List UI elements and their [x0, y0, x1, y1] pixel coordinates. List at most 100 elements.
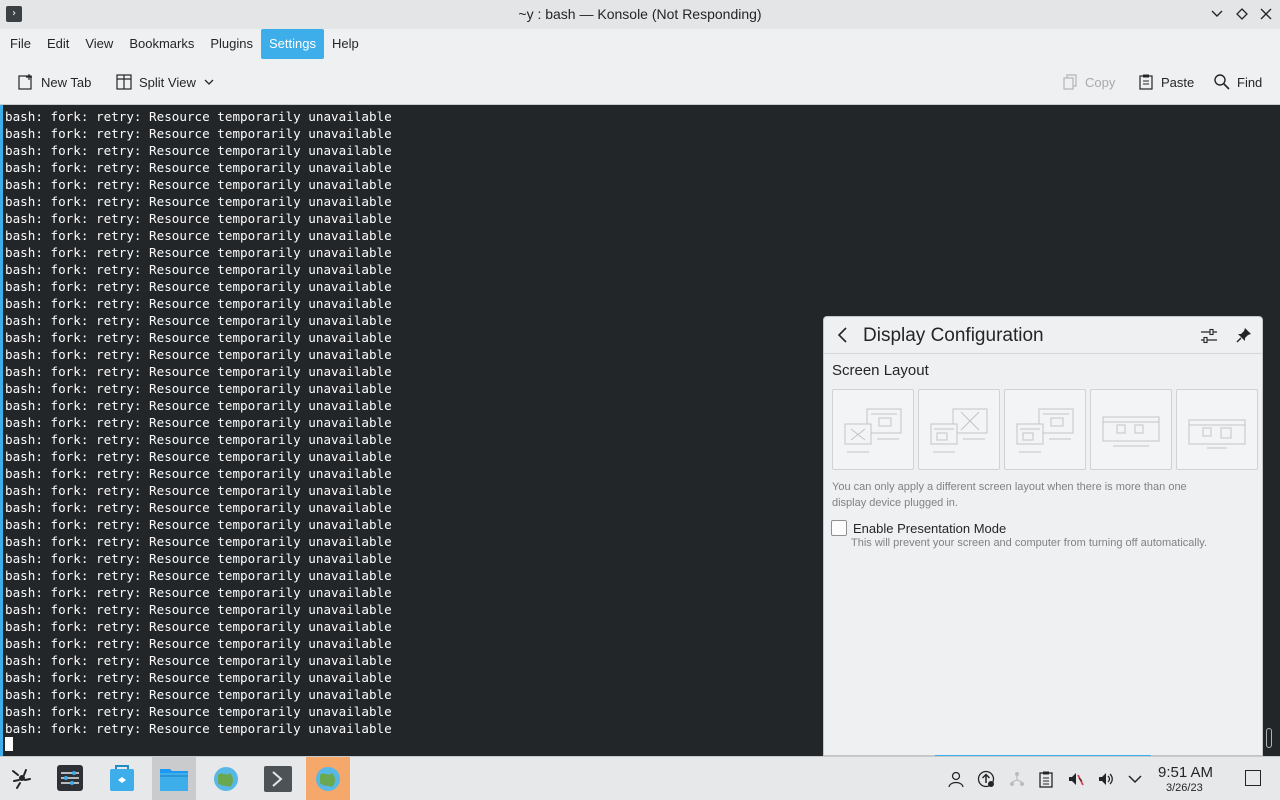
clock-time[interactable]: 9:51 AM — [1158, 764, 1213, 781]
find-button[interactable]: Find — [1213, 71, 1262, 93]
menu-edit[interactable]: Edit — [39, 29, 77, 59]
paste-icon — [1139, 74, 1153, 90]
copy-label: Copy — [1085, 74, 1116, 90]
terminal-line: bash: fork: retry: Resource temporarily … — [5, 364, 392, 379]
scrollbar-handle[interactable] — [1266, 728, 1272, 748]
terminal-line: bash: fork: retry: Resource temporarily … — [5, 160, 392, 175]
new-tab-icon — [18, 74, 32, 90]
title-bar: › ~y : bash — Konsole (Not Responding) — [0, 0, 1280, 29]
updates-icon[interactable] — [977, 770, 995, 788]
terminal-line: bash: fork: retry: Resource temporarily … — [5, 313, 392, 328]
network-icon[interactable] — [1008, 770, 1026, 788]
split-view-button[interactable]: Split View — [115, 71, 216, 93]
copy-button[interactable]: Copy — [1061, 71, 1115, 93]
extend-left-icon — [1016, 408, 1074, 453]
volume-icon[interactable] — [1097, 770, 1115, 788]
web-browser-window-active[interactable] — [306, 757, 350, 800]
terminal-line: bash: fork: retry: Resource temporarily … — [5, 398, 392, 413]
menu-plugins[interactable]: Plugins — [202, 29, 261, 59]
presentation-mode-row[interactable]: Enable Presentation Mode — [831, 519, 1006, 537]
terminal-cursor — [5, 737, 13, 751]
chevron-down-icon[interactable] — [202, 75, 216, 89]
discover-launcher[interactable] — [100, 757, 144, 800]
split-view-icon — [116, 74, 132, 90]
new-tab-label: New Tab — [41, 74, 92, 90]
user-icon[interactable] — [947, 770, 965, 788]
close-icon — [1260, 8, 1272, 20]
terminal-launcher[interactable] — [256, 757, 300, 800]
split-view-label: Split View — [139, 74, 196, 90]
pin-button[interactable] — [1235, 326, 1253, 344]
terminal-line: bash: fork: retry: Resource temporarily … — [5, 194, 392, 209]
terminal-line: bash: fork: retry: Resource temporarily … — [5, 500, 392, 515]
display-configuration-popup: Display Configuration Screen Layout You … — [823, 316, 1263, 756]
notifications-muted-icon[interactable] — [1067, 770, 1085, 788]
search-icon — [1214, 74, 1230, 90]
screen-layout-heading: Screen Layout — [832, 362, 929, 379]
menu-view[interactable]: View — [77, 29, 121, 59]
terminal-line: bash: fork: retry: Resource temporarily … — [5, 432, 392, 447]
application-launcher[interactable] — [0, 757, 44, 800]
terminal-line: bash: fork: retry: Resource temporarily … — [5, 602, 392, 617]
presentation-mode-label[interactable]: Enable Presentation Mode — [853, 521, 1006, 536]
popup-title: Display Configuration — [863, 325, 1044, 346]
file-manager-launcher[interactable] — [152, 757, 196, 800]
presentation-mode-description: This will prevent your screen and comput… — [851, 537, 1208, 549]
terminal-line: bash: fork: retry: Resource temporarily … — [5, 279, 392, 294]
terminal-line: bash: fork: retry: Resource temporarily … — [5, 228, 392, 243]
layout-mirror[interactable] — [1090, 389, 1172, 470]
web-browser-launcher[interactable] — [204, 757, 248, 800]
taskbar: 9:51 AM 3/26/23 — [0, 756, 1280, 800]
menu-file[interactable]: File — [2, 29, 39, 59]
find-label: Find — [1237, 74, 1263, 90]
close-button[interactable] — [1257, 5, 1275, 23]
terminal-line: bash: fork: retry: Resource temporarily … — [5, 483, 392, 498]
terminal-line: bash: fork: retry: Resource temporarily … — [5, 568, 392, 583]
terminal-line: bash: fork: retry: Resource temporarily … — [5, 449, 392, 464]
diamond-icon — [1236, 8, 1248, 20]
terminal-line: bash: fork: retry: Resource temporarily … — [5, 704, 392, 719]
new-tab-button[interactable]: New Tab — [17, 71, 91, 93]
back-button[interactable] — [834, 325, 852, 345]
menu-settings[interactable]: Settings — [260, 29, 324, 59]
terminal-focus-indicator — [0, 105, 3, 756]
terminal-line: bash: fork: retry: Resource temporarily … — [5, 262, 392, 277]
terminal-line: bash: fork: retry: Resource temporarily … — [5, 636, 392, 651]
terminal-line: bash: fork: retry: Resource temporarily … — [5, 653, 392, 668]
terminal-line: bash: fork: retry: Resource temporarily … — [5, 670, 392, 685]
popup-header: Display Configuration — [824, 317, 1262, 354]
pin-icon — [1236, 328, 1251, 343]
terminal-line: bash: fork: retry: Resource temporarily … — [5, 109, 392, 124]
clock-date[interactable]: 3/26/23 — [1166, 782, 1203, 794]
show-desktop-icon[interactable] — [1245, 770, 1261, 786]
application-launcher-icon — [12, 769, 31, 789]
chevron-down-icon — [1211, 10, 1223, 17]
layout-switch-to-laptop[interactable] — [918, 389, 1000, 470]
configure-button[interactable] — [1200, 327, 1218, 345]
terminal-line: bash: fork: retry: Resource temporarily … — [5, 177, 392, 192]
clipboard-icon[interactable] — [1037, 770, 1055, 788]
terminal-icon — [264, 766, 292, 792]
discover-icon — [110, 765, 134, 791]
system-settings-launcher[interactable] — [48, 757, 92, 800]
terminal-line: bash: fork: retry: Resource temporarily … — [5, 347, 392, 362]
toolbar: New Tab Split View Copy Paste Find — [0, 59, 1280, 105]
layout-extend-right[interactable] — [1176, 389, 1258, 470]
terminal-line: bash: fork: retry: Resource temporarily … — [5, 126, 392, 141]
terminal-line: bash: fork: retry: Resource temporarily … — [5, 143, 392, 158]
terminal-line: bash: fork: retry: Resource temporarily … — [5, 687, 392, 702]
minimize-button[interactable] — [1208, 5, 1226, 23]
layout-switch-to-external[interactable] — [832, 389, 914, 470]
terminal-line: bash: fork: retry: Resource temporarily … — [5, 517, 392, 532]
system-settings-icon — [57, 765, 83, 791]
tray-expand-icon[interactable] — [1126, 770, 1144, 788]
layout-extend-left[interactable] — [1004, 389, 1086, 470]
maximize-button[interactable] — [1233, 5, 1251, 23]
paste-button[interactable]: Paste — [1137, 71, 1194, 93]
terminal-line: bash: fork: retry: Resource temporarily … — [5, 619, 392, 634]
presentation-mode-checkbox[interactable] — [831, 520, 847, 536]
menu-bookmarks[interactable]: Bookmarks — [121, 29, 202, 59]
menu-help[interactable]: Help — [324, 29, 367, 59]
file-manager-icon — [160, 769, 188, 791]
terminal-line: bash: fork: retry: Resource temporarily … — [5, 381, 392, 396]
